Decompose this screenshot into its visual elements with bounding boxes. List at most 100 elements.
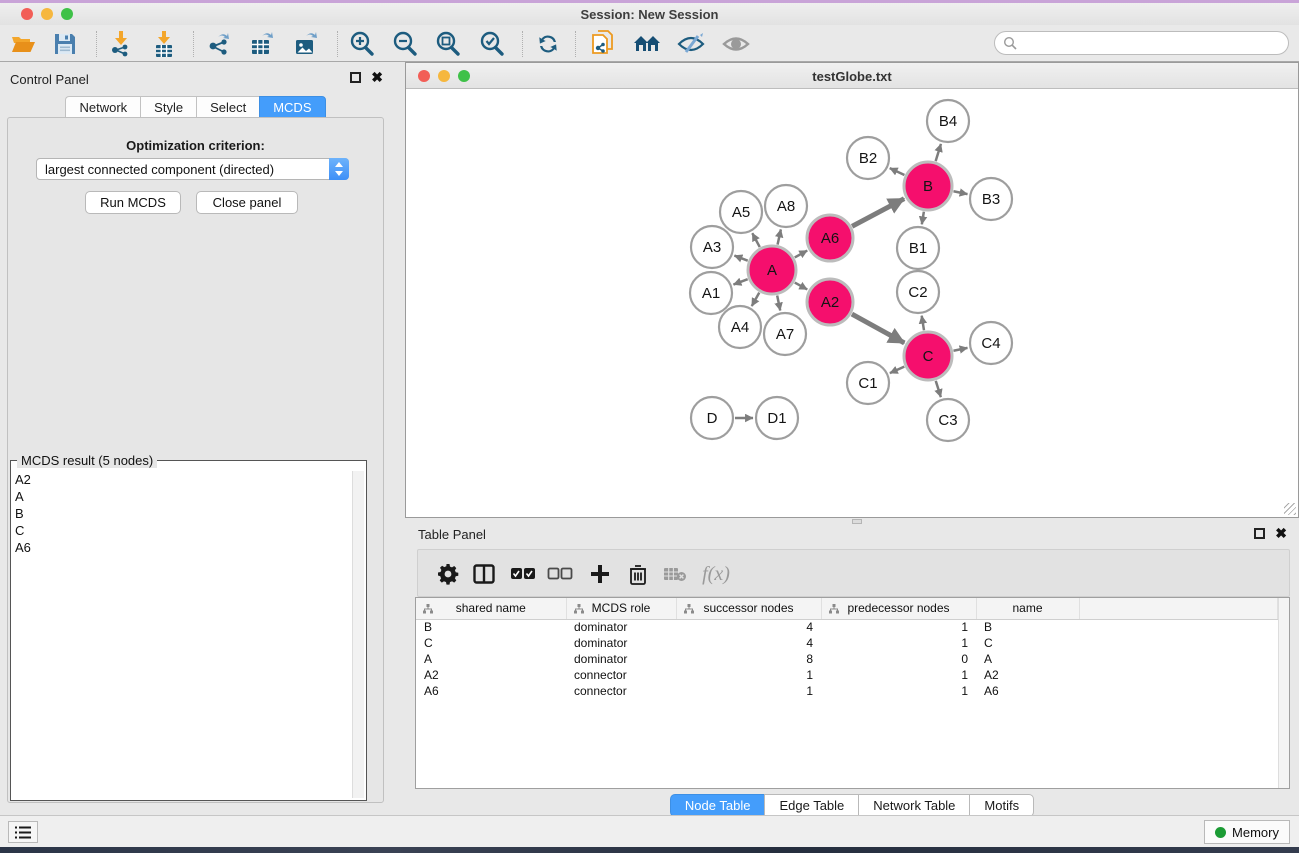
float-panel-icon[interactable] <box>350 72 361 83</box>
tab-network-table[interactable]: Network Table <box>858 794 969 817</box>
table-cell[interactable]: C <box>416 635 566 651</box>
tab-style[interactable]: Style <box>140 96 196 119</box>
tab-mcds[interactable]: MCDS <box>259 96 325 119</box>
node-C[interactable]: C <box>904 332 952 380</box>
show-all-button[interactable] <box>721 29 751 59</box>
tab-select[interactable]: Select <box>196 96 259 119</box>
table-cell[interactable]: 4 <box>676 635 821 651</box>
node-B3[interactable]: B3 <box>970 178 1012 220</box>
edge-A-A2[interactable] <box>795 283 807 290</box>
table-row[interactable]: A6connector11A6 <box>416 683 1278 699</box>
import-network-button[interactable] <box>106 29 136 59</box>
column-header-shared-name[interactable]: shared name <box>416 598 566 619</box>
export-image-button[interactable] <box>291 29 321 59</box>
table-row[interactable]: Cdominator41C <box>416 635 1278 651</box>
delete-column-button[interactable] <box>623 559 653 589</box>
run-mcds-button[interactable]: Run MCDS <box>85 191 181 214</box>
deselect-all-button[interactable] <box>545 559 575 589</box>
close-panel-button[interactable]: Close panel <box>196 191 298 214</box>
table-cell[interactable]: 1 <box>821 619 976 635</box>
column-header-successor-nodes[interactable]: successor nodes <box>676 598 821 619</box>
table-cell[interactable]: A6 <box>416 683 566 699</box>
edge-A-A7[interactable] <box>777 295 780 310</box>
node-C3[interactable]: C3 <box>927 399 969 441</box>
table-cell[interactable]: 1 <box>821 683 976 699</box>
splitter-handle[interactable] <box>852 519 862 524</box>
search-input[interactable] <box>1017 34 1288 52</box>
table-row[interactable]: A2connector11A2 <box>416 667 1278 683</box>
edge-A-A6[interactable] <box>795 251 807 258</box>
edge-B-B2[interactable] <box>890 168 905 175</box>
table-cell[interactable]: 1 <box>821 635 976 651</box>
zoom-selected-button[interactable] <box>477 29 507 59</box>
node-A3[interactable]: A3 <box>691 226 733 268</box>
node-A4[interactable]: A4 <box>719 306 761 348</box>
table-cell[interactable]: A <box>416 651 566 667</box>
first-neighbors-button[interactable] <box>632 29 662 59</box>
apply-layout-button[interactable] <box>533 29 563 59</box>
table-cell[interactable]: C <box>976 635 1079 651</box>
table-cell[interactable]: dominator <box>566 651 676 667</box>
column-chooser-button[interactable] <box>469 559 499 589</box>
node-table[interactable]: shared nameMCDS rolesuccessor nodesprede… <box>415 597 1290 789</box>
mcds-result-item[interactable]: A <box>13 488 350 505</box>
result-scrollbar[interactable] <box>352 471 364 798</box>
table-row[interactable]: Bdominator41B <box>416 619 1278 635</box>
mcds-result-item[interactable]: B <box>13 505 350 522</box>
edge-B-B1[interactable] <box>922 212 924 225</box>
node-A7[interactable]: A7 <box>764 313 806 355</box>
save-session-button[interactable] <box>50 29 80 59</box>
edge-A-A3[interactable] <box>734 256 747 261</box>
edge-A6-B[interactable] <box>852 199 904 227</box>
tab-motifs[interactable]: Motifs <box>969 794 1034 817</box>
table-cell[interactable]: A <box>976 651 1079 667</box>
delete-table-button[interactable] <box>660 559 690 589</box>
node-A2[interactable]: A2 <box>807 279 853 325</box>
table-row[interactable]: Adominator80A <box>416 651 1278 667</box>
node-B4[interactable]: B4 <box>927 100 969 142</box>
tab-node-table[interactable]: Node Table <box>670 794 765 817</box>
export-table-button[interactable] <box>247 29 277 59</box>
node-A5[interactable]: A5 <box>720 191 762 233</box>
mcds-result-list[interactable]: A2ABCA6 <box>13 471 350 798</box>
edge-A2-C[interactable] <box>852 314 904 343</box>
zoom-out-button[interactable] <box>390 29 420 59</box>
edge-C-C1[interactable] <box>890 367 904 373</box>
table-cell[interactable]: 1 <box>821 667 976 683</box>
hide-selected-button[interactable] <box>676 29 706 59</box>
column-header-MCDS-role[interactable]: MCDS role <box>566 598 676 619</box>
open-session-button[interactable] <box>8 29 38 59</box>
node-C4[interactable]: C4 <box>970 322 1012 364</box>
node-A6[interactable]: A6 <box>807 215 853 261</box>
edge-A-A8[interactable] <box>778 229 781 244</box>
mcds-result-item[interactable]: C <box>13 522 350 539</box>
task-history-button[interactable] <box>8 821 38 843</box>
table-cell[interactable]: 0 <box>821 651 976 667</box>
table-cell[interactable]: 8 <box>676 651 821 667</box>
edge-C-C2[interactable] <box>922 316 924 331</box>
table-cell[interactable]: 1 <box>676 667 821 683</box>
edge-C-C4[interactable] <box>953 348 967 351</box>
node-A1[interactable]: A1 <box>690 272 732 314</box>
table-cell[interactable]: dominator <box>566 619 676 635</box>
column-header-name[interactable]: name <box>976 598 1079 619</box>
export-network-button[interactable] <box>204 29 234 59</box>
tab-edge-table[interactable]: Edge Table <box>764 794 858 817</box>
edge-A-A1[interactable] <box>733 279 747 284</box>
criterion-dropdown[interactable]: largest connected component (directed) <box>36 158 349 180</box>
table-scrollbar[interactable] <box>1278 598 1289 788</box>
node-C2[interactable]: C2 <box>897 271 939 313</box>
zoom-fit-button[interactable] <box>433 29 463 59</box>
table-cell[interactable]: B <box>976 619 1079 635</box>
table-cell[interactable]: connector <box>566 667 676 683</box>
add-column-button[interactable] <box>585 559 615 589</box>
table-cell[interactable]: A2 <box>976 667 1079 683</box>
memory-button[interactable]: Memory <box>1204 820 1290 844</box>
edge-A-A4[interactable] <box>752 293 760 306</box>
tab-network[interactable]: Network <box>65 96 140 119</box>
node-D1[interactable]: D1 <box>756 397 798 439</box>
edge-B-B4[interactable] <box>936 144 941 161</box>
zoom-in-button[interactable] <box>347 29 377 59</box>
table-cell[interactable]: A2 <box>416 667 566 683</box>
node-B1[interactable]: B1 <box>897 227 939 269</box>
